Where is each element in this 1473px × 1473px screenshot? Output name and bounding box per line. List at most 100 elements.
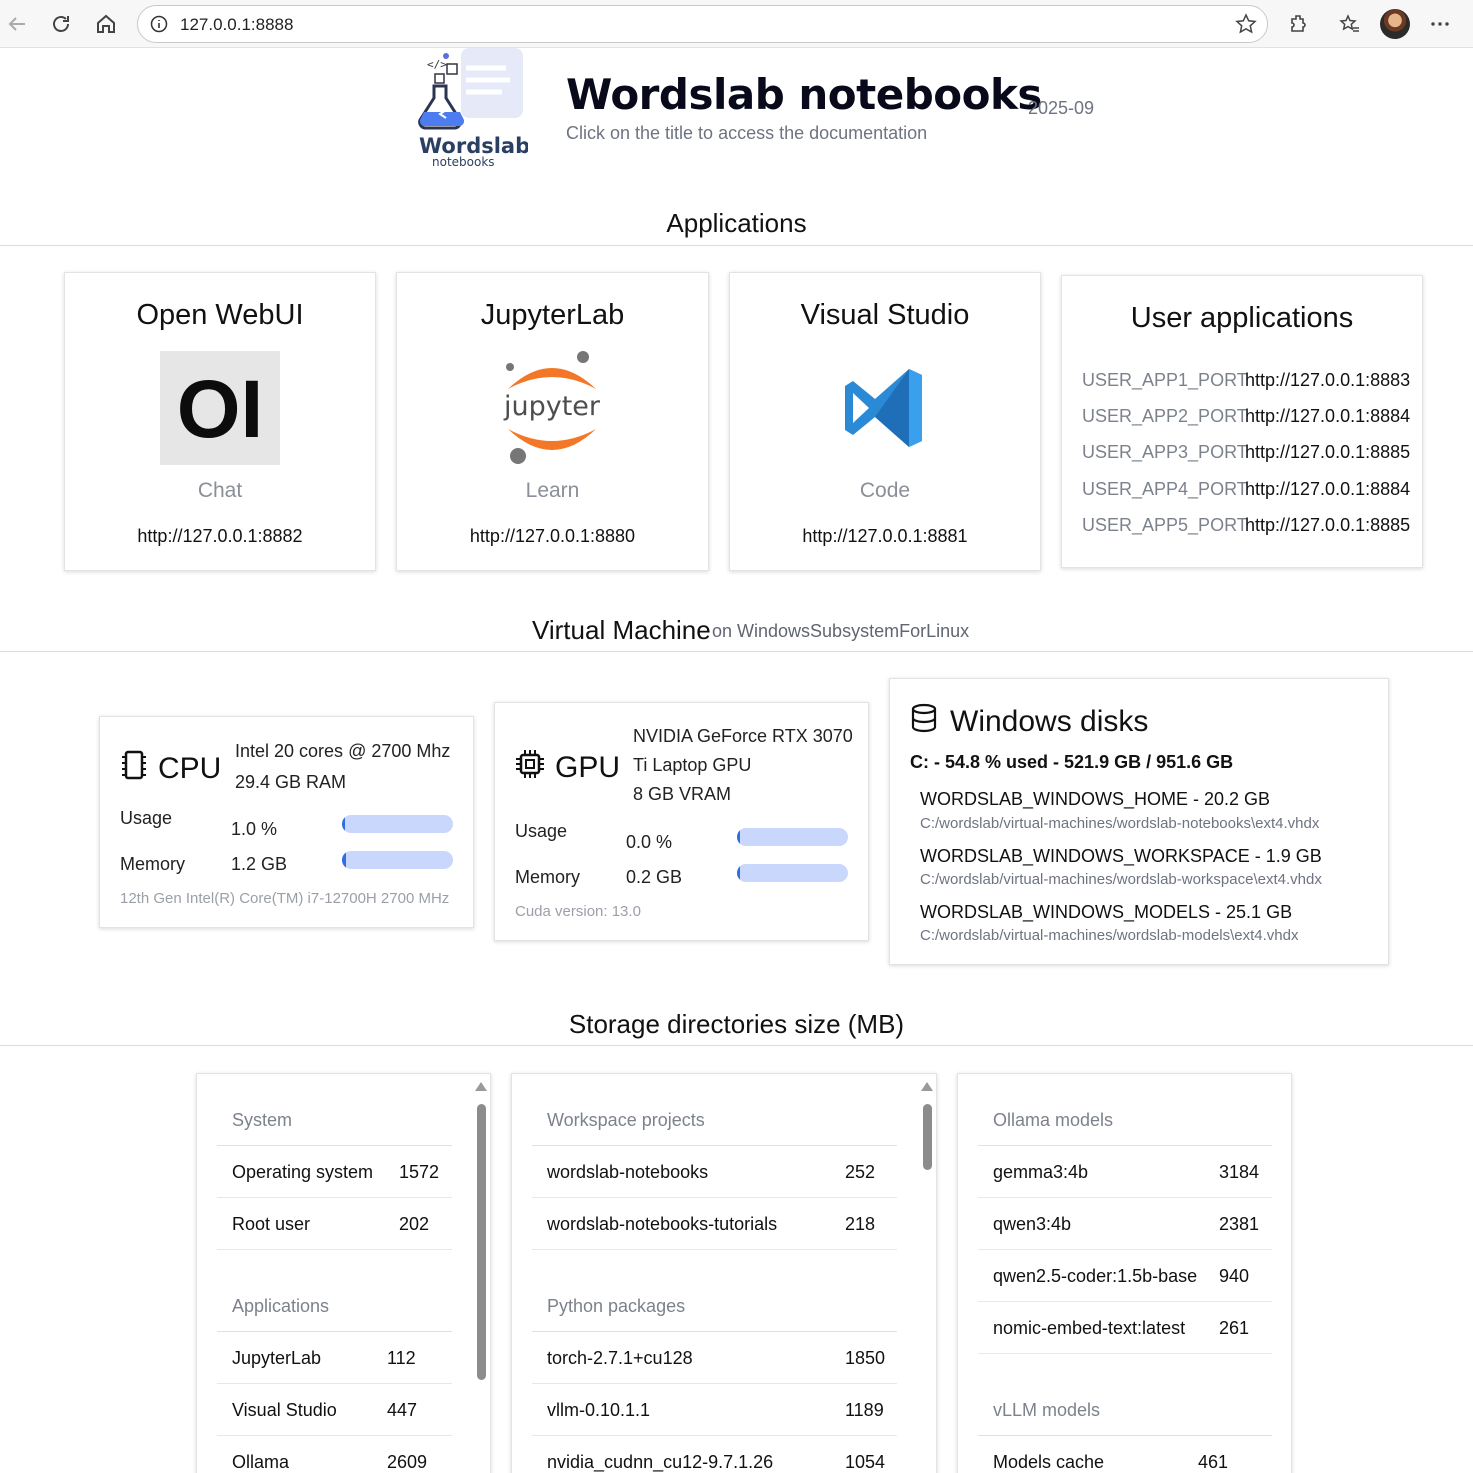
windows-disks-card: Windows disks C: - 54.8 % used - 521.9 G… xyxy=(889,678,1389,965)
app-url-link[interactable]: http://127.0.0.1:8881 xyxy=(730,526,1040,547)
storage-row: nvidia_cudnn_cu12-9.7.1.26 1054 xyxy=(532,1436,897,1473)
storage-dir-size: 447 xyxy=(387,1400,418,1420)
app-url-link[interactable]: http://127.0.0.1:8880 xyxy=(397,526,708,547)
storage-dir-size: 2381 xyxy=(1219,1214,1260,1234)
scroll-thumb[interactable] xyxy=(923,1104,932,1170)
user-app-url-link[interactable]: http://127.0.0.1:8885 xyxy=(1245,442,1410,463)
storage-dir-name: nomic-embed-text:latest xyxy=(993,1318,1186,1338)
user-app-row: USER_APP4_PORT http://127.0.0.1:8884 xyxy=(1082,479,1412,503)
cpu-memory-label: Memory xyxy=(120,854,186,874)
browser-toolbar: 127.0.0.1:8888 xyxy=(0,0,1473,48)
site-info-icon[interactable] xyxy=(150,15,168,38)
storage-row: JupyterLab 112 xyxy=(217,1332,452,1384)
disk-item-name: WORDSLAB_WINDOWS_MODELS - 25.1 GB xyxy=(920,902,1293,922)
profile-avatar[interactable] xyxy=(1380,9,1410,39)
disks-title: Windows disks xyxy=(910,703,1148,741)
page-title[interactable]: Wordslab notebooks xyxy=(566,70,1042,119)
storage-group-title: Workspace projects xyxy=(532,1094,897,1146)
svg-text:OI: OI xyxy=(177,364,264,455)
cpu-cores: Intel 20 cores @ 2700 Mhz xyxy=(235,741,451,761)
favorite-star-icon[interactable] xyxy=(1235,13,1257,40)
storage-scrollbar[interactable] xyxy=(475,1082,487,1412)
open-webui-logo-icon[interactable]: OI xyxy=(160,351,280,465)
section-divider xyxy=(0,651,1473,652)
storage-dir-size: 2609 xyxy=(387,1452,428,1472)
scroll-thumb[interactable] xyxy=(477,1104,486,1380)
cpu-usage-label: Usage xyxy=(120,808,173,828)
gpu-chip-icon xyxy=(515,749,545,787)
storage-row: Root user 202 xyxy=(217,1198,452,1250)
storage-dir-size: 252 xyxy=(845,1162,876,1182)
cpu-model: 12th Gen Intel(R) Core(TM) i7-12700H 270… xyxy=(120,890,450,907)
gpu-usage-label: Usage xyxy=(515,821,568,841)
favorites-icon[interactable] xyxy=(1335,9,1365,39)
user-app-url-link[interactable]: http://127.0.0.1:8884 xyxy=(1245,406,1410,427)
storage-dir-size: 1189 xyxy=(845,1400,884,1420)
storage-dir-name: Ollama xyxy=(232,1452,290,1472)
user-app-row: USER_APP5_PORT http://127.0.0.1:8885 xyxy=(1082,515,1412,539)
app-url-link[interactable]: http://127.0.0.1:8882 xyxy=(65,526,375,547)
scroll-up-arrow-icon[interactable] xyxy=(921,1082,933,1091)
address-bar[interactable]: 127.0.0.1:8888 xyxy=(137,5,1268,43)
page-subtitle: Click on the title to access the documen… xyxy=(566,123,928,143)
user-app-row: USER_APP3_PORT http://127.0.0.1:8885 xyxy=(1082,442,1412,466)
vscode-logo-icon[interactable] xyxy=(825,351,945,465)
more-menu-icon[interactable] xyxy=(1425,9,1455,39)
storage-dir-name: gemma3:4b xyxy=(993,1162,1089,1182)
user-app-url-link[interactable]: http://127.0.0.1:8883 xyxy=(1245,370,1410,391)
gpu-memory-bar xyxy=(737,864,848,882)
storage-row: vllm-0.10.1.1 1189 xyxy=(532,1384,897,1436)
app-title: Open WebUI xyxy=(136,299,304,331)
cpu-usage-bar xyxy=(342,815,453,833)
extensions-icon[interactable] xyxy=(1284,9,1314,39)
gpu-memory-value: 0.2 GB xyxy=(626,867,683,887)
storage-dir-name: Root user xyxy=(232,1214,311,1234)
app-card-jupyterlab[interactable]: JupyterLab jupyter Learn http://127.0.0.… xyxy=(396,272,709,571)
version-label: 2025-09 xyxy=(1028,98,1095,118)
gpu-usage-bar-fill xyxy=(737,828,740,846)
user-applications-card: User applications USER_APP1_PORT http://… xyxy=(1061,275,1423,568)
reload-icon[interactable] xyxy=(46,9,76,39)
app-card-visual-studio[interactable]: Visual Studio Code http://127.0.0.1:8881 xyxy=(729,272,1041,571)
storage-dir-name: vllm-0.10.1.1 xyxy=(547,1400,651,1420)
storage-scrollbar[interactable] xyxy=(921,1082,933,1412)
user-applications-title: User applications xyxy=(1130,302,1354,334)
cpu-memory-bar xyxy=(342,851,453,869)
cpu-memory-value: 1.2 GB xyxy=(231,854,288,874)
storage-dir-size: 1054 xyxy=(845,1452,886,1472)
storage-dir-size: 261 xyxy=(1219,1318,1250,1338)
wordslab-logo[interactable]: </> Wordslab notebooks xyxy=(416,46,530,170)
cpu-title: CPU xyxy=(120,749,221,789)
user-app-url-link[interactable]: http://127.0.0.1:8885 xyxy=(1245,515,1410,536)
app-label: Learn xyxy=(525,479,580,502)
user-app-url-link[interactable]: http://127.0.0.1:8884 xyxy=(1245,479,1410,500)
gpu-vram: 8 GB VRAM xyxy=(633,784,732,804)
jupyter-logo-icon[interactable]: jupyter xyxy=(492,351,612,465)
storage-dir-size: 112 xyxy=(387,1348,416,1368)
cpu-memory-bar-fill xyxy=(342,851,347,869)
app-label: Code xyxy=(859,479,911,502)
storage-card-models[interactable]: Ollama models gemma3:4b 3184 qwen3:4b 2381… xyxy=(957,1073,1292,1473)
app-card-open-webui[interactable]: Open WebUI OI Chat http://127.0.0.1:8882 xyxy=(64,272,376,571)
disk-item-name: WORDSLAB_WINDOWS_WORKSPACE - 1.9 GB xyxy=(920,846,1322,866)
storage-row: Models cache 461 xyxy=(978,1436,1272,1473)
database-icon xyxy=(910,703,938,741)
storage-row: Operating system 1572 xyxy=(217,1146,452,1198)
storage-card-system[interactable]: System Operating system 1572 Root user 202… xyxy=(196,1073,491,1473)
user-app-name: USER_APP2_PORT xyxy=(1082,406,1248,426)
home-icon[interactable] xyxy=(91,9,121,39)
cpu-usage-value: 1.0 % xyxy=(231,819,278,839)
storage-dir-size: 461 xyxy=(1198,1452,1229,1472)
scroll-up-arrow-icon[interactable] xyxy=(475,1082,487,1091)
vm-section-subtitle: on WindowsSubsystemForLinux xyxy=(712,621,970,641)
gpu-info: NVIDIA GeForce RTX 3070 Ti Laptop GPU 8 … xyxy=(633,722,853,809)
cpu-info: Intel 20 cores @ 2700 Mhz 29.4 GB RAM xyxy=(235,736,450,798)
disk-usage-summary: C: - 54.8 % used - 521.9 GB / 951.6 GB xyxy=(910,752,1234,772)
storage-row: nomic-embed-text:latest 261 xyxy=(978,1302,1272,1354)
storage-dir-name: qwen2.5-coder:1.5b-base xyxy=(993,1266,1198,1286)
back-icon[interactable] xyxy=(2,9,32,39)
storage-card-workspace[interactable]: Workspace projects wordslab-notebooks 252… xyxy=(511,1073,937,1473)
storage-dir-size: 1572 xyxy=(399,1162,440,1182)
